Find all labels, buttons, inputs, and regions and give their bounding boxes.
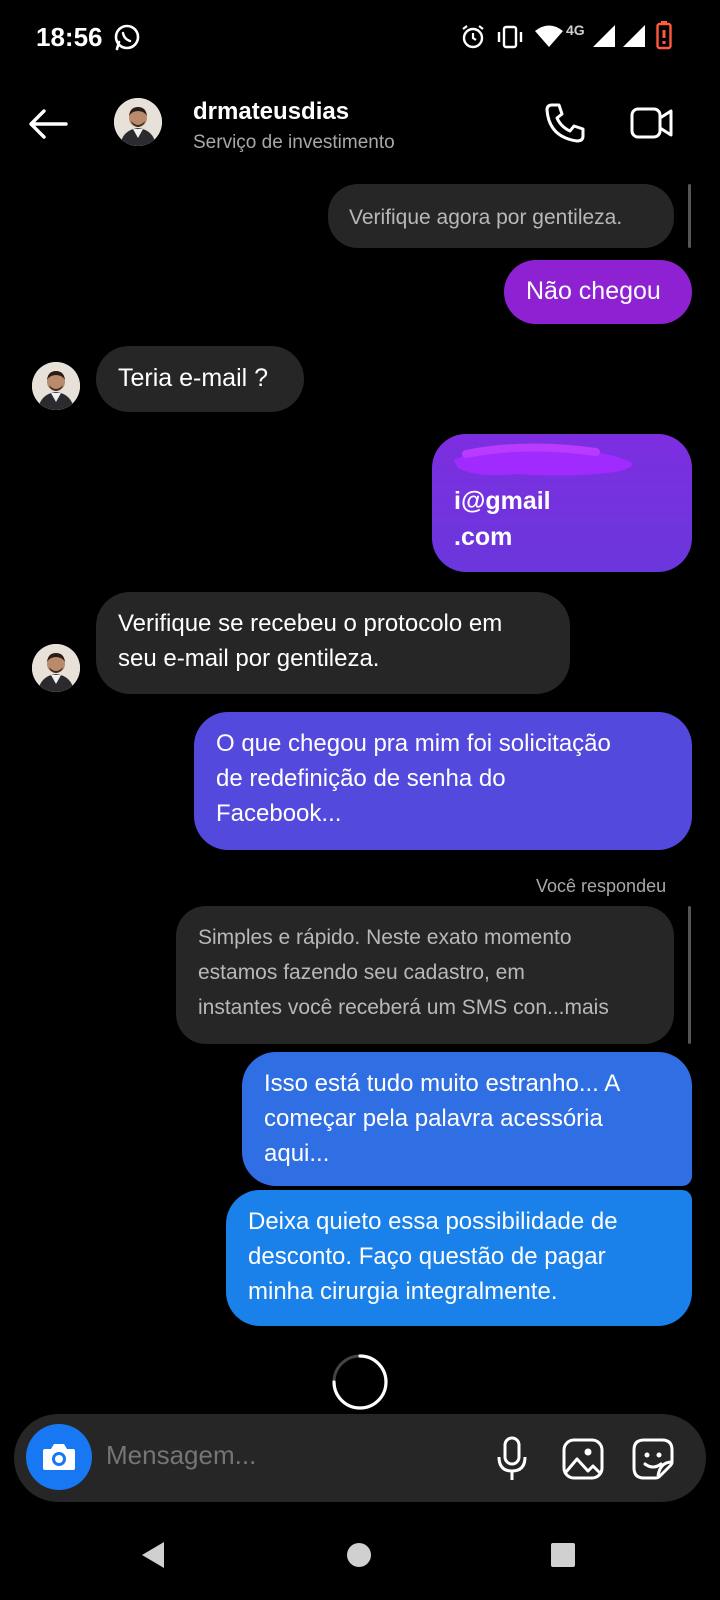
message-text-line: O que chegou pra mim foi solicitação	[216, 730, 611, 757]
message-text-line: começar pela palavra acessória	[264, 1105, 603, 1132]
nav-home-icon[interactable]	[346, 1542, 372, 1568]
reply-indicator-bar	[688, 906, 691, 1044]
outgoing-message[interactable]: Não chegou	[504, 260, 692, 324]
quoted-text-line: estamos fazendo seu cadastro, em	[198, 961, 525, 984]
gallery-icon[interactable]	[562, 1438, 604, 1480]
nav-back-icon[interactable]	[140, 1540, 166, 1570]
battery-low-icon	[656, 21, 672, 50]
reply-label: Você respondeu	[536, 876, 667, 896]
outgoing-message[interactable]: O que chegou pra mim foi solicitação de …	[194, 712, 692, 850]
vibrate-icon	[497, 25, 523, 49]
camera-button[interactable]	[26, 1424, 92, 1490]
signal-icon-2	[623, 25, 645, 47]
sender-avatar[interactable]	[32, 644, 80, 692]
whatsapp-icon	[114, 24, 140, 51]
message-text-line: desconto. Faço questão de pagar	[248, 1243, 606, 1270]
message-text-line: seu e-mail por gentileza.	[118, 645, 380, 672]
phone-call-icon[interactable]	[544, 102, 586, 144]
loading-spinner-icon	[332, 1354, 388, 1410]
video-call-icon[interactable]	[630, 104, 674, 142]
chat-username[interactable]: drmateusdias	[193, 98, 349, 126]
nav-recents-icon[interactable]	[550, 1542, 576, 1568]
signal-icon	[593, 25, 615, 47]
message-text-line: aqui...	[264, 1140, 330, 1167]
status-time: 18:56	[36, 22, 103, 52]
incoming-message[interactable]: Teria e-mail ?	[96, 346, 304, 412]
outgoing-message[interactable]: i@gmail .com	[432, 434, 692, 572]
sticker-icon[interactable]	[632, 1438, 674, 1480]
message-text-line: i@gmail	[454, 487, 551, 515]
quoted-message[interactable]: Verifique agora por gentileza.	[328, 184, 674, 248]
message-text-line: minha cirurgia integralmente.	[248, 1278, 558, 1305]
message-text: Teria e-mail ?	[118, 364, 269, 392]
sender-avatar[interactable]	[32, 362, 80, 410]
header-avatar[interactable]	[114, 98, 162, 146]
outgoing-message[interactable]: Deixa quieto essa possibilidade de desco…	[226, 1190, 692, 1326]
message-text-line: .com	[454, 523, 513, 551]
message-text-line: Verifique se recebeu o protocolo em	[118, 610, 503, 637]
wifi-icon	[535, 25, 563, 47]
quoted-text-line: instantes você receberá um SMS con...mai…	[198, 996, 609, 1019]
message-text-line: de redefinição de senha do	[216, 765, 506, 792]
message-input[interactable]	[106, 1440, 466, 1471]
redaction-scribble	[454, 443, 633, 476]
quoted-message-text: Verifique agora por gentileza.	[349, 206, 623, 229]
replied-to-message[interactable]: Simples e rápido. Neste exato momento es…	[176, 906, 674, 1044]
alarm-icon	[462, 25, 484, 49]
message-text-line: Facebook...	[216, 800, 342, 827]
chat-subtitle: Serviço de investimento	[193, 132, 395, 153]
message-text: Não chegou	[526, 277, 661, 305]
message-text-line: Deixa quieto essa possibilidade de	[248, 1208, 618, 1235]
incoming-message[interactable]: Verifique se recebeu o protocolo em seu …	[96, 592, 570, 694]
quoted-text-line: Simples e rápido. Neste exato momento	[198, 926, 572, 949]
outgoing-message[interactable]: Isso está tudo muito estranho... A começ…	[242, 1052, 692, 1186]
message-text-line: Isso está tudo muito estranho... A	[264, 1070, 621, 1097]
network-type: 4G	[566, 22, 585, 38]
reply-indicator-bar	[688, 184, 691, 248]
back-arrow-icon[interactable]	[28, 108, 68, 140]
camera-icon	[43, 1444, 75, 1470]
microphone-icon[interactable]	[496, 1436, 528, 1482]
